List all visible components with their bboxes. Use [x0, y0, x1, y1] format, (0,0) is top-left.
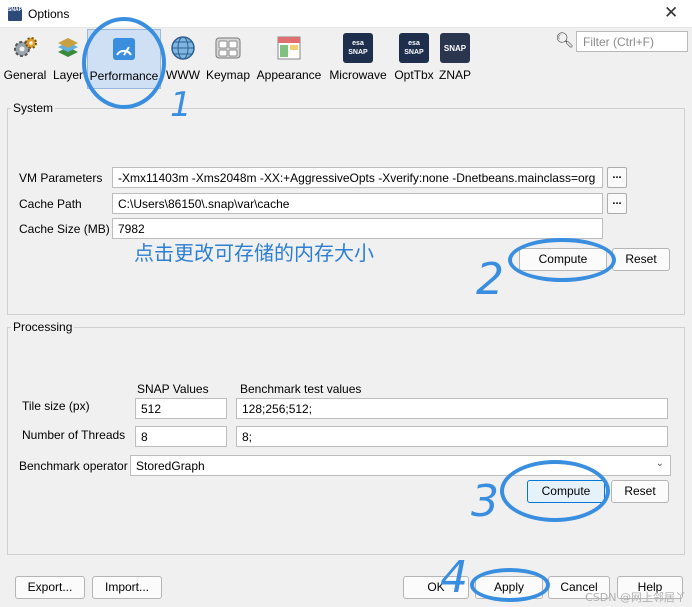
- cache-size-label: Cache Size (MB): [19, 222, 110, 236]
- tab-general[interactable]: General: [2, 29, 48, 89]
- search-icon: 🔍︎: [555, 32, 575, 49]
- keyboard-icon: [213, 33, 243, 63]
- filter-input[interactable]: [576, 31, 688, 52]
- vm-parameters-browse-button[interactable]: ...: [607, 167, 627, 188]
- system-reset-button[interactable]: Reset: [612, 248, 670, 271]
- tab-microwave-label: Microwave: [329, 68, 387, 82]
- snap-app-icon: SNAP: [8, 7, 22, 21]
- threads-label: Number of Threads: [22, 428, 126, 442]
- import-button[interactable]: Import...: [92, 576, 162, 599]
- annotation-number-3: 3: [471, 476, 499, 527]
- chevron-down-icon: ⌄: [655, 458, 664, 469]
- annotation-number-4: 4: [440, 552, 468, 603]
- appearance-icon: [274, 33, 304, 63]
- tab-www[interactable]: WWW: [164, 29, 202, 89]
- tab-appearance-label: Appearance: [256, 68, 322, 82]
- window-title: Options: [28, 7, 70, 21]
- close-icon[interactable]: ✕: [664, 3, 678, 23]
- cache-path-label: Cache Path: [19, 197, 82, 211]
- tab-appearance[interactable]: Appearance: [254, 29, 324, 89]
- threads-field[interactable]: 8: [135, 426, 227, 447]
- tab-opttbx-label: OptTbx: [394, 68, 434, 82]
- tab-keymap[interactable]: Keymap: [204, 29, 252, 89]
- annotation-note: 点击更改可存储的内存大小: [134, 241, 374, 265]
- processing-group-title: Processing: [11, 320, 75, 334]
- processing-reset-button[interactable]: Reset: [611, 480, 669, 503]
- tile-size-label: Tile size (px): [22, 399, 90, 413]
- annotation-number-1: 1: [170, 85, 192, 125]
- vm-parameters-label: VM Parameters: [19, 171, 103, 185]
- opttbx-snap-badge: SNAP: [404, 49, 424, 56]
- esa-optical-icon: esa SNAP: [399, 33, 429, 63]
- benchmark-values-header: Benchmark test values: [240, 382, 362, 396]
- tab-www-label: WWW: [166, 68, 200, 82]
- globe-icon: [168, 33, 198, 63]
- vm-parameters-field[interactable]: -Xmx11403m -Xms2048m -XX:+AggressiveOpts…: [112, 167, 603, 188]
- annotation-circle-processing-compute: [500, 460, 610, 522]
- system-group-title: System: [11, 101, 56, 115]
- watermark: CSDN @网上邻居丫: [585, 591, 686, 604]
- tile-size-benchmark-field[interactable]: 128;256;512;: [236, 398, 668, 419]
- esa-badge: esa: [408, 40, 420, 47]
- esa-microwave-icon: esa SNAP: [343, 33, 373, 63]
- layers-icon: [53, 33, 83, 63]
- snap-icon: SNAP: [440, 33, 470, 63]
- microwave-snap-badge: SNAP: [348, 49, 368, 56]
- annotation-number-2: 2: [476, 254, 504, 305]
- tab-general-label: General: [3, 68, 47, 82]
- snap-values-header: SNAP Values: [137, 382, 209, 396]
- benchmark-operator-label: Benchmark operator: [19, 459, 128, 473]
- tab-layer[interactable]: Layer: [50, 29, 86, 89]
- gears-icon: [10, 33, 40, 63]
- tab-keymap-label: Keymap: [205, 68, 251, 82]
- tile-size-field[interactable]: 512: [135, 398, 227, 419]
- tab-opttbx[interactable]: esa SNAP OptTbx: [392, 29, 436, 89]
- benchmark-operator-value: StoredGraph: [136, 459, 205, 473]
- cache-path-field[interactable]: C:\Users\86150\.snap\var\cache: [112, 193, 603, 214]
- tab-znap-label: ZNAP: [438, 68, 471, 82]
- annotation-circle-system-compute: [508, 238, 616, 282]
- tab-layer-label: Layer: [52, 68, 84, 82]
- annotation-circle-performance: [82, 17, 166, 109]
- esa-badge: esa: [352, 40, 364, 47]
- annotation-circle-apply: [470, 568, 550, 602]
- threads-benchmark-field[interactable]: 8;: [236, 426, 668, 447]
- cache-size-field[interactable]: 7982: [112, 218, 603, 239]
- export-button[interactable]: Export...: [15, 576, 85, 599]
- tab-microwave[interactable]: esa SNAP Microwave: [327, 29, 389, 89]
- cache-path-browse-button[interactable]: ...: [607, 193, 627, 214]
- tab-znap[interactable]: SNAP ZNAP: [437, 29, 473, 89]
